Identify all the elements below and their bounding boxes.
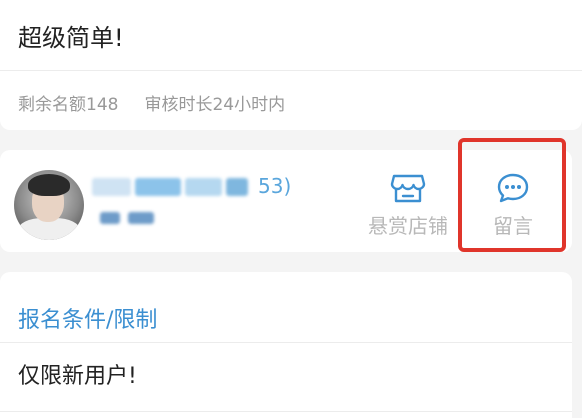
divider xyxy=(0,70,582,71)
shop-button[interactable]: 悬赏店铺 xyxy=(360,172,456,239)
divider xyxy=(0,411,572,412)
task-info-card: 超级简单! 剩余名额148 审核时长24小时内 xyxy=(0,0,582,130)
shop-button-label: 悬赏店铺 xyxy=(368,214,448,238)
task-meta: 剩余名额148 审核时长24小时内 xyxy=(18,90,285,115)
shop-name-redacted[interactable] xyxy=(92,172,252,202)
chat-bubble-icon xyxy=(497,173,529,203)
shop-card: 53) 悬赏店铺 留言 xyxy=(0,150,572,252)
shop-subtitle-redacted xyxy=(100,212,160,226)
shop-icon xyxy=(390,174,426,203)
avatar[interactable] xyxy=(14,170,84,240)
conditions-text: 仅限新用户! xyxy=(18,364,137,389)
message-button[interactable]: 留言 xyxy=(470,172,556,239)
review-time: 审核时长24小时内 xyxy=(144,95,286,115)
task-title: 超级简单! xyxy=(18,24,124,52)
conditions-card: 报名条件/限制 仅限新用户! xyxy=(0,272,572,418)
message-button-label: 留言 xyxy=(493,214,533,238)
conditions-title: 报名条件/限制 xyxy=(18,308,158,333)
shop-name-suffix[interactable]: 53) xyxy=(258,174,291,198)
divider xyxy=(0,342,572,343)
remaining-slots: 剩余名额148 xyxy=(18,95,119,115)
